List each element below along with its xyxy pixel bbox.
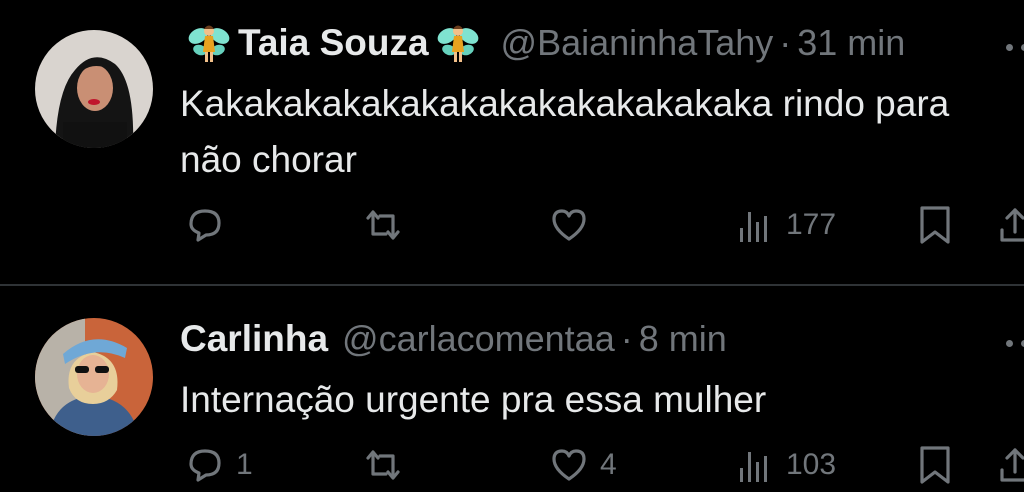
view-count: 177 <box>786 208 837 241</box>
retweet-arrows-icon <box>366 210 400 240</box>
more-dots-icon[interactable] <box>1006 44 1024 51</box>
retweet-button[interactable] <box>360 202 414 248</box>
bookmark-icon <box>920 206 950 244</box>
share-icon <box>1000 448 1024 482</box>
handle[interactable]: @carlacomentaa <box>342 318 615 360</box>
views-button[interactable]: 177 <box>732 202 836 248</box>
bookmark-button[interactable] <box>912 442 958 488</box>
bookmark-button[interactable] <box>912 202 958 248</box>
action-bar: 1 4 103 <box>180 442 1024 492</box>
display-name[interactable]: Carlinha <box>180 318 328 360</box>
separator-dot: · <box>620 318 633 359</box>
speech-bubble-icon <box>189 449 221 482</box>
avatar[interactable] <box>35 318 153 436</box>
retweet-arrows-icon <box>366 450 400 480</box>
more-dots-icon[interactable] <box>1006 340 1024 347</box>
avatar[interactable] <box>35 30 153 148</box>
like-button[interactable]: 4 <box>546 442 617 488</box>
retweet-button[interactable] <box>360 442 414 488</box>
tweet-text: Internação urgente pra essa mulher <box>180 379 767 420</box>
heart-icon <box>552 449 586 481</box>
display-name[interactable]: Taia Souza <box>180 20 487 66</box>
share-button[interactable] <box>992 442 1024 488</box>
speech-bubble-icon <box>189 209 221 242</box>
timestamp[interactable]: 8 min <box>639 318 727 360</box>
reply-count: 1 <box>236 448 253 481</box>
reply-button[interactable]: 1 <box>182 442 253 488</box>
reply-button[interactable] <box>182 202 236 248</box>
bookmark-icon <box>920 446 950 484</box>
timestamp[interactable]: 31 min <box>797 22 905 64</box>
tweet-text: Kakakakakakakakakakakakakakaka rindo par… <box>180 83 950 180</box>
like-count: 4 <box>600 448 617 481</box>
tweet[interactable]: Taia Souza @BaianinhaTahy · 31 min Kakak… <box>0 0 1024 284</box>
share-icon <box>1000 208 1024 242</box>
view-count: 103 <box>786 448 837 481</box>
views-button[interactable]: 103 <box>732 442 836 488</box>
action-bar: 177 <box>180 202 1024 252</box>
separator-dot: · <box>779 22 792 63</box>
bar-chart-icon <box>740 452 767 482</box>
fairy-emoji-icon <box>437 25 478 62</box>
share-button[interactable] <box>992 202 1024 248</box>
heart-icon <box>552 209 586 241</box>
tweet-header: Taia Souza @BaianinhaTahy · 31 min <box>180 20 905 66</box>
tweet-header: Carlinha @carlacomentaa · 8 min <box>180 318 727 360</box>
like-button[interactable] <box>546 202 600 248</box>
handle[interactable]: @BaianinhaTahy <box>501 22 774 64</box>
fairy-emoji-icon <box>188 25 230 62</box>
tweet[interactable]: Carlinha @carlacomentaa · 8 min Internaç… <box>0 286 1024 484</box>
bar-chart-icon <box>740 212 767 242</box>
